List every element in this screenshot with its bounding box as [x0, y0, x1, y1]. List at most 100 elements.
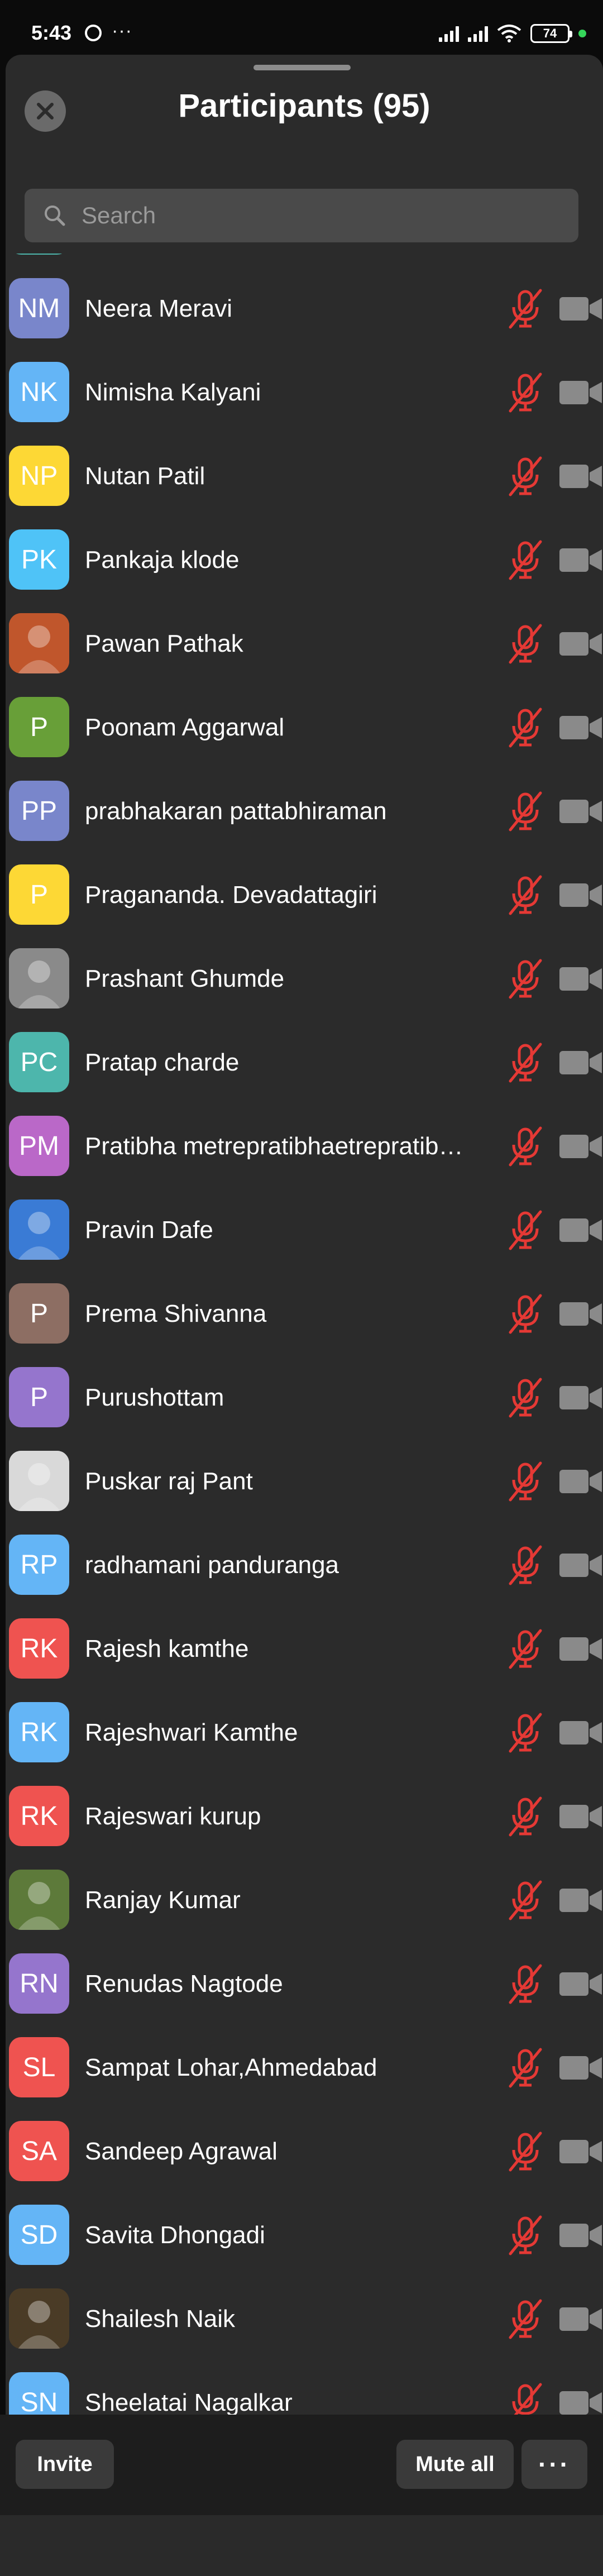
search-input[interactable]	[82, 202, 562, 229]
mic-muted-icon[interactable]	[506, 1042, 545, 1083]
participant-row[interactable]: PK Pankaja klode	[6, 518, 603, 602]
mic-muted-icon[interactable]	[506, 372, 545, 413]
mic-muted-icon[interactable]	[506, 958, 545, 1000]
invite-button[interactable]: Invite	[16, 2440, 114, 2489]
participant-row[interactable]: Puskar raj Pant	[6, 1440, 603, 1523]
participant-row[interactable]: P Poonam Aggarwal	[6, 686, 603, 770]
participant-row[interactable]: P Pragananda. Devadattagiri	[6, 853, 603, 937]
participant-row[interactable]: SL Sampat Lohar,Ahmedabad	[6, 2026, 603, 2110]
video-camera-icon[interactable]	[558, 713, 603, 743]
search-icon	[45, 205, 65, 226]
participant-row[interactable]	[6, 254, 603, 267]
video-camera-icon[interactable]	[558, 1550, 603, 1580]
participant-row[interactable]: NM Neera Meravi	[6, 267, 603, 351]
participant-row[interactable]: PP prabhakaran pattabhiraman	[6, 770, 603, 853]
mute-all-button[interactable]: Mute all	[396, 2440, 514, 2489]
video-camera-icon[interactable]	[558, 1299, 603, 1329]
mic-muted-icon[interactable]	[506, 2215, 545, 2256]
video-camera-icon[interactable]	[558, 1969, 603, 1999]
more-options-button[interactable]: ···	[521, 2440, 587, 2489]
mic-muted-icon[interactable]	[506, 1796, 545, 1837]
avatar	[9, 254, 69, 255]
video-camera-icon[interactable]	[558, 1215, 603, 1245]
participant-name: Sampat Lohar,Ahmedabad	[85, 2054, 377, 2081]
video-camera-icon[interactable]	[558, 1634, 603, 1664]
avatar: NP	[9, 446, 69, 506]
mic-muted-icon[interactable]	[506, 623, 545, 665]
mic-muted-icon[interactable]	[506, 1377, 545, 1418]
participant-row[interactable]: Ranjay Kumar	[6, 1858, 603, 1942]
participant-name: Shailesh Naik	[85, 2305, 236, 2333]
participant-row[interactable]: PC Pratap charde	[6, 1021, 603, 1105]
participant-row[interactable]: P Prema Shivanna	[6, 1272, 603, 1356]
mic-muted-icon[interactable]	[506, 1628, 545, 1670]
avatar-initials: RK	[20, 1801, 58, 1831]
participant-list[interactable]: NM Neera Meravi NK Nimisha Kalyani NP Nutan P…	[6, 254, 603, 2415]
mic-muted-icon[interactable]	[506, 1461, 545, 1502]
mic-muted-icon[interactable]	[506, 1712, 545, 1753]
participant-row[interactable]: RP radhamani panduranga	[6, 1523, 603, 1607]
mic-muted-icon[interactable]	[506, 791, 545, 832]
participant-name: Puskar raj Pant	[85, 1468, 253, 1495]
mic-muted-icon[interactable]	[506, 2047, 545, 2088]
video-camera-icon[interactable]	[558, 1466, 603, 1497]
mic-muted-icon[interactable]	[506, 456, 545, 497]
participant-row[interactable]: Shailesh Naik	[6, 2277, 603, 2361]
video-camera-icon[interactable]	[558, 1048, 603, 1078]
avatar-initials: NM	[18, 293, 60, 323]
mic-muted-icon[interactable]	[506, 1963, 545, 2005]
video-camera-icon[interactable]	[558, 461, 603, 491]
video-camera-icon[interactable]	[558, 2388, 603, 2415]
mic-muted-icon[interactable]	[506, 874, 545, 916]
video-camera-icon[interactable]	[558, 1383, 603, 1413]
video-camera-icon[interactable]	[558, 2053, 603, 2083]
drag-handle[interactable]	[253, 65, 351, 70]
video-camera-icon[interactable]	[558, 2220, 603, 2250]
participant-row[interactable]: RK Rajesh kamthe	[6, 1607, 603, 1691]
avatar	[9, 1451, 69, 1511]
avatar-initials: PP	[21, 796, 58, 826]
search-bar[interactable]	[25, 189, 578, 242]
mic-muted-icon[interactable]	[506, 288, 545, 329]
mic-muted-icon[interactable]	[506, 1126, 545, 1167]
avatar: SA	[9, 2121, 69, 2181]
video-camera-icon[interactable]	[558, 377, 603, 408]
participant-row[interactable]: NP Nutan Patil	[6, 434, 603, 518]
participant-row[interactable]: SD Savita Dhongadi	[6, 2193, 603, 2277]
participant-row[interactable]: RN Renudas Nagtode	[6, 1942, 603, 2026]
participant-row[interactable]: Prashant Ghumde	[6, 937, 603, 1021]
avatar-initials: P	[30, 1382, 48, 1412]
video-camera-icon[interactable]	[558, 880, 603, 910]
participant-row[interactable]: PM Pratibha metrepratibhaetrepratibha	[6, 1105, 603, 1188]
mic-muted-icon[interactable]	[506, 2298, 545, 2340]
mic-muted-icon[interactable]	[506, 1293, 545, 1335]
video-camera-icon[interactable]	[558, 1801, 603, 1832]
mic-muted-icon[interactable]	[506, 1210, 545, 1251]
video-camera-icon[interactable]	[558, 796, 603, 826]
mic-muted-icon[interactable]	[506, 707, 545, 748]
video-camera-icon[interactable]	[558, 629, 603, 659]
video-camera-icon[interactable]	[558, 964, 603, 994]
mic-muted-icon[interactable]	[506, 1880, 545, 1921]
video-camera-icon[interactable]	[558, 1131, 603, 1162]
video-camera-icon[interactable]	[558, 1885, 603, 1915]
video-camera-icon[interactable]	[558, 2304, 603, 2334]
mic-muted-icon[interactable]	[506, 539, 545, 581]
mic-muted-icon[interactable]	[506, 1545, 545, 1586]
participant-row[interactable]: Pravin Dafe	[6, 1188, 603, 1272]
video-camera-icon[interactable]	[558, 1718, 603, 1748]
participant-name: Purushottam	[85, 1384, 224, 1411]
participant-row[interactable]: SA Sandeep Agrawal	[6, 2110, 603, 2193]
participant-row[interactable]: P Purushottam	[6, 1356, 603, 1440]
mic-muted-icon[interactable]	[506, 2131, 545, 2172]
participant-row[interactable]: RK Rajeswari kurup	[6, 1775, 603, 1858]
participant-row[interactable]: SN Sheelatai Nagalkar	[6, 2361, 603, 2415]
participant-row[interactable]: RK Rajeshwari Kamthe	[6, 1691, 603, 1775]
mic-muted-icon[interactable]	[506, 2382, 545, 2415]
participant-row[interactable]: NK Nimisha Kalyani	[6, 351, 603, 434]
participant-name: Pankaja klode	[85, 546, 240, 573]
participant-row[interactable]: Pawan Pathak	[6, 602, 603, 686]
video-camera-icon[interactable]	[558, 2137, 603, 2167]
video-camera-icon[interactable]	[558, 545, 603, 575]
video-camera-icon[interactable]	[558, 294, 603, 324]
